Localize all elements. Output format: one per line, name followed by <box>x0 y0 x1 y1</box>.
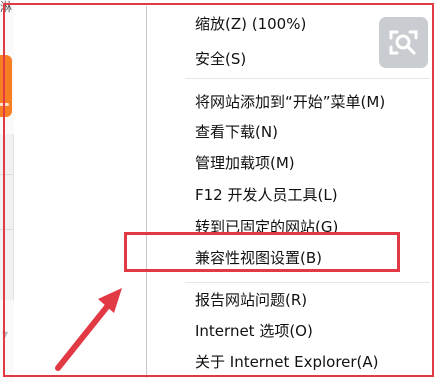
annotation-outer-frame <box>3 3 434 377</box>
screenshot-stage: 淋 ▼ 缩放(Z) (100%) 安全(S) 将网站添加到“开始”菜单(M) 查… <box>0 0 439 382</box>
annotation-highlight-box <box>124 232 400 272</box>
